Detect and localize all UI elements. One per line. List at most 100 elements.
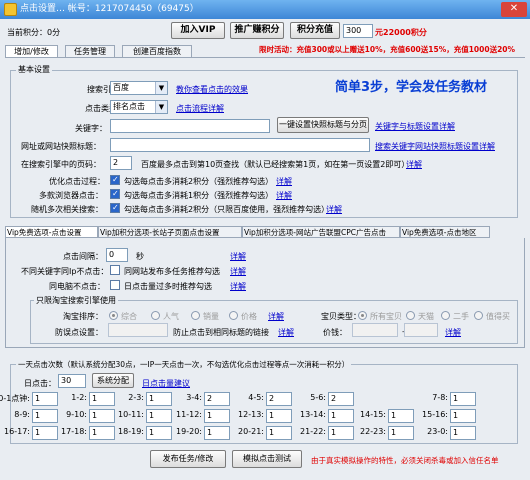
tab-baidu-index[interactable]: 创建百度指数	[122, 45, 192, 57]
baby-radio-worth[interactable]	[474, 311, 483, 320]
opt1-label: 优化点击过程：	[49, 177, 105, 186]
hour-label: 14-15:	[360, 410, 386, 419]
hour-input[interactable]: 1	[146, 426, 172, 440]
sort-label-comprehensive: 综合	[121, 312, 137, 321]
hour-input[interactable]: 1	[388, 409, 414, 423]
hour-input[interactable]: 1	[32, 426, 58, 440]
hour-cell: 7-8: 1	[418, 392, 508, 406]
hour-input[interactable]: 1	[204, 426, 230, 440]
page-input[interactable]: 2	[110, 156, 132, 170]
sort-radio-sales[interactable]	[191, 311, 200, 320]
hour-input[interactable]: 1	[146, 392, 172, 406]
url-link[interactable]: 搜索关键字网站快照标题设置详解	[375, 141, 495, 152]
taobao-sort-link[interactable]: 详解	[268, 311, 284, 322]
anti-link[interactable]: 详解	[278, 327, 294, 338]
price-max-input[interactable]	[404, 323, 438, 337]
hour-input[interactable]: 1	[146, 409, 172, 423]
keyword-input[interactable]	[110, 119, 270, 133]
engine-select[interactable]: 百度 ▼	[110, 81, 168, 95]
footer-note: 由于真实模拟操作的特性，必须关闭杀毒或加入信任名单	[311, 456, 499, 465]
hour-input[interactable]: 1	[450, 426, 476, 440]
hour-input[interactable]: 1	[89, 392, 115, 406]
subtab-click-settings[interactable]: Vip免费选项-点击设置	[5, 226, 98, 238]
sort-radio-price[interactable]	[229, 311, 238, 320]
hour-label: 20-21:	[238, 427, 264, 436]
promote-button[interactable]: 推广赚积分	[230, 22, 284, 39]
baby-radio-all[interactable]	[358, 311, 367, 320]
opt3-link[interactable]: 详解	[326, 204, 342, 215]
ip-checkbox[interactable]	[110, 265, 120, 275]
daily-input[interactable]: 30	[58, 374, 86, 388]
promo-banner: 限时活动：充值300或以上赠送10%，充值600送15%，充值1000送20%	[259, 45, 516, 54]
sort-radio-popularity[interactable]	[151, 311, 160, 320]
hour-input[interactable]: 1	[328, 409, 354, 423]
hour-input[interactable]: 1	[266, 409, 292, 423]
pc-link[interactable]: 详解	[230, 281, 246, 292]
baby-label-secondhand: 二手	[453, 312, 469, 321]
hour-label: 19-20:	[176, 427, 202, 436]
hour-input[interactable]: 1	[89, 426, 115, 440]
hour-input[interactable]: 1	[32, 409, 58, 423]
baby-label-tmall: 天猫	[418, 312, 434, 321]
one-click-title-button[interactable]: 一键设置快照标题与分页	[277, 117, 369, 133]
hour-input[interactable]: 1	[450, 392, 476, 406]
opt3-checkbox[interactable]	[110, 203, 120, 213]
click-type-link[interactable]: 点击流程详解	[176, 103, 224, 114]
page-link[interactable]: 详解	[406, 159, 422, 170]
sort-radio-comprehensive[interactable]	[109, 311, 118, 320]
tab-task-manage[interactable]: 任务管理	[65, 45, 115, 57]
click-type-select[interactable]: 排名点击 ▼	[110, 100, 168, 114]
interval-link[interactable]: 详解	[230, 251, 246, 262]
pc-checkbox[interactable]	[110, 280, 120, 290]
anti-input[interactable]	[108, 323, 168, 337]
hour-input[interactable]: 2	[204, 392, 230, 406]
baby-radio-secondhand[interactable]	[441, 311, 450, 320]
tab-add-edit[interactable]: 增加/修改	[5, 45, 58, 57]
daily-link[interactable]: 日点击量建议	[142, 378, 190, 389]
distribute-button[interactable]: 系统分配	[92, 373, 134, 388]
recharge-button[interactable]: 积分充值	[290, 22, 340, 39]
url-label: 网址或网站快照标题：	[21, 142, 101, 151]
opt2-checkbox[interactable]	[110, 189, 120, 199]
hour-input[interactable]: 1	[388, 426, 414, 440]
simulate-button[interactable]: 模拟点击测试	[232, 450, 302, 468]
basic-settings-title: 基本设置	[16, 64, 52, 75]
price-link[interactable]: 详解	[445, 327, 461, 338]
price-min-input[interactable]	[352, 323, 398, 337]
hour-label: 3-4:	[186, 393, 202, 402]
hour-input[interactable]: 1	[204, 409, 230, 423]
keyword-link[interactable]: 关键字与标题设置详解	[375, 121, 455, 132]
sort-label-popularity: 人气	[163, 312, 179, 321]
hour-label: 17-18:	[61, 427, 87, 436]
hour-input[interactable]: 2	[266, 392, 292, 406]
baby-radio-tmall[interactable]	[406, 311, 415, 320]
publish-button[interactable]: 发布任务/修改	[150, 450, 226, 468]
engine-link[interactable]: 教你查看点击的效果	[176, 84, 248, 95]
vip-subtabs: Vip免费选项-点击设置 Vip加积分选项-长站子页面点击设置 Vip加积分选项…	[5, 226, 525, 238]
opt1-checkbox[interactable]	[110, 175, 120, 185]
anti-text: 防止点击到相同标题的链接	[173, 328, 269, 337]
baby-label-all: 所有宝贝	[370, 312, 402, 321]
ip-label: 不同关键字同Ip不点击：	[21, 267, 109, 276]
subtab-subpage[interactable]: Vip加积分选项-长站子页面点击设置	[98, 226, 242, 238]
recharge-amount-input[interactable]: 300	[343, 24, 373, 38]
hour-input[interactable]: 2	[328, 392, 354, 406]
subtab-cpc[interactable]: Vip加积分选项-网站广告联盟CPC广告点击	[242, 226, 400, 238]
hour-input[interactable]: 1	[89, 409, 115, 423]
close-button[interactable]: ✕	[501, 2, 527, 17]
opt1-link[interactable]: 详解	[276, 176, 292, 187]
url-input[interactable]	[110, 138, 370, 152]
add-vip-button[interactable]: 加入VIP	[171, 22, 225, 39]
hour-input[interactable]: 1	[450, 409, 476, 423]
hour-input[interactable]: 1	[32, 392, 58, 406]
hour-label: 16-17:	[4, 427, 30, 436]
opt2-link[interactable]: 详解	[276, 190, 292, 201]
interval-input[interactable]: 0	[106, 248, 128, 262]
pc-label: 同电脑不点击：	[49, 282, 105, 291]
tutorial-slogan[interactable]: 简单3步，学会发任务教材	[335, 76, 487, 95]
hour-input[interactable]: 1	[266, 426, 292, 440]
subtab-region[interactable]: Vip免费选项-点击地区	[400, 226, 490, 238]
ip-link[interactable]: 详解	[230, 266, 246, 277]
hour-input[interactable]: 1	[328, 426, 354, 440]
price-label: 价钱：	[323, 328, 347, 337]
